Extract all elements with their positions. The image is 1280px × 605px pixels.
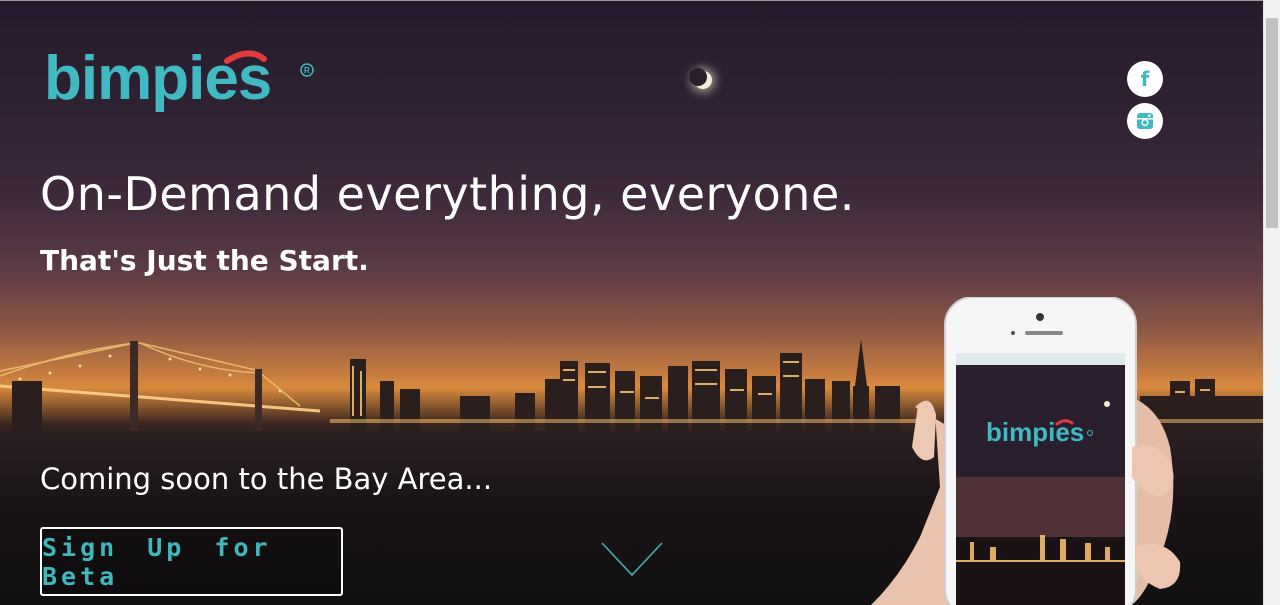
facebook-glyph: f	[1140, 67, 1150, 91]
svg-text:R: R	[304, 66, 310, 75]
headline: On-Demand everything, everyone.	[40, 167, 855, 221]
chevron-down-icon[interactable]	[601, 541, 663, 577]
instagram-icon[interactable]	[1127, 103, 1163, 139]
bimpies-logo[interactable]: bimpies R	[44, 39, 319, 133]
facebook-icon[interactable]: f	[1127, 61, 1163, 97]
coming-soon-text: Coming soon to the Bay Area...	[40, 462, 493, 496]
sign-up-beta-label: Sign Up for Beta	[42, 532, 272, 591]
subheadline: That's Just the Start.	[40, 244, 369, 277]
moon	[689, 68, 712, 89]
phone-mockup: bimpies	[860, 296, 1263, 605]
logo-mark: bimpies R	[44, 44, 314, 113]
landing-hero: bimpies R f On-Demand everything, everyo…	[0, 0, 1263, 605]
page-scrollbar[interactable]	[1263, 0, 1280, 605]
sign-up-beta-button[interactable]: Sign Up for Beta	[40, 527, 343, 596]
scrollbar-thumb[interactable]	[1266, 18, 1278, 228]
instagram-glyph	[1137, 113, 1153, 129]
hand-holding-phone: bimpies	[871, 296, 1181, 605]
